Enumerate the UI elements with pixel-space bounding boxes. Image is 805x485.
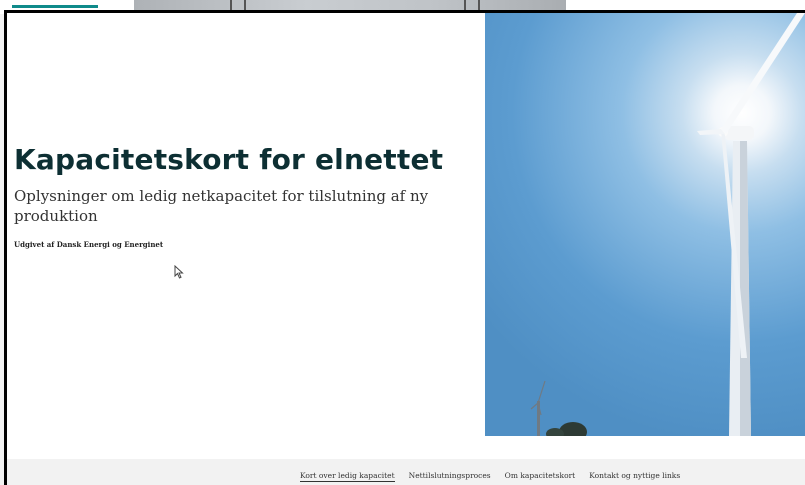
nav-link-kontakt-og-nyttige-links[interactable]: Kontakt og nyttige links bbox=[589, 471, 680, 482]
wind-turbine-photo bbox=[485, 13, 805, 436]
publisher-text: Udgivet af Dansk Energi og Energinet bbox=[14, 240, 164, 249]
footer: Kort over ledig kapacitet Nettilslutning… bbox=[7, 459, 805, 485]
nav-link-kort-over-ledig-kapacitet[interactable]: Kort over ledig kapacitet bbox=[300, 471, 395, 482]
page-subtitle: Oplysninger om ledig netkapacitet for ti… bbox=[14, 187, 429, 225]
nav-link-om-kapacitetskort[interactable]: Om kapacitetskort bbox=[505, 471, 576, 482]
nav-link-nettilslutningsproces[interactable]: Nettilslutningsproces bbox=[409, 471, 491, 482]
footer-nav: Kort over ledig kapacitet Nettilslutning… bbox=[300, 471, 694, 482]
mouse-cursor-icon bbox=[174, 265, 184, 279]
background-accent-bar bbox=[12, 5, 98, 8]
page-title: Kapacitetskort for elnettet bbox=[14, 143, 444, 176]
page-window: Kapacitetskort for elnettet Oplysninger … bbox=[4, 10, 805, 485]
hero-text: Kapacitetskort for elnettet Oplysninger … bbox=[14, 143, 484, 249]
